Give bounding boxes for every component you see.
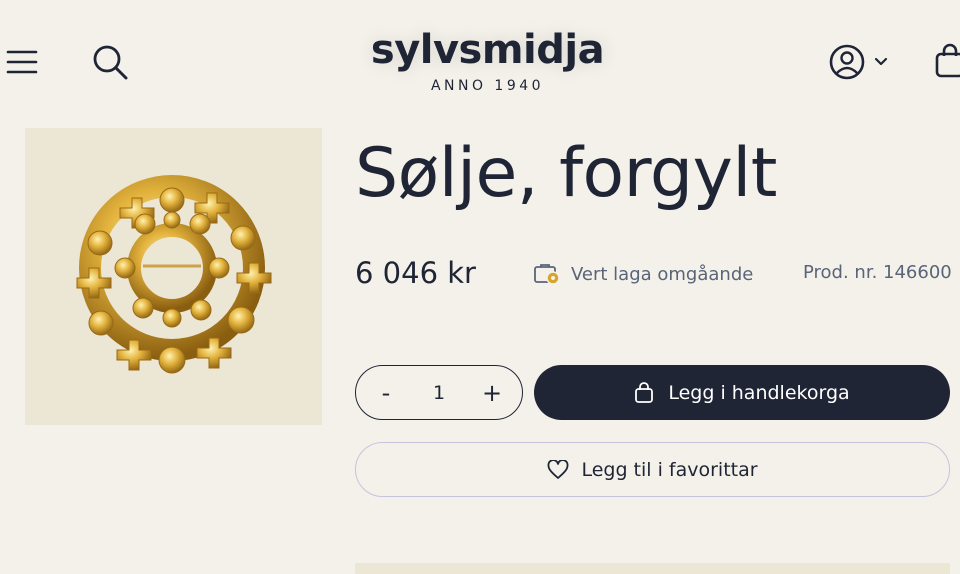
brooch-image [76, 175, 272, 374]
add-to-favorites-button[interactable]: Legg til i favorittar [355, 442, 950, 497]
cart-button[interactable] [934, 42, 960, 80]
shopping-bag-icon [635, 381, 654, 403]
menu-button[interactable] [6, 46, 38, 78]
add-to-favorites-label: Legg til i favorittar [581, 458, 758, 481]
user-circle-icon [829, 44, 865, 80]
heart-icon [548, 459, 569, 479]
quantity-stepper: - 1 + [355, 365, 523, 420]
product-number: Prod. nr. 146600 [803, 262, 952, 283]
quantity-decrease-button[interactable]: - [374, 379, 398, 407]
chevron-down-icon [874, 57, 888, 66]
search-button[interactable] [91, 43, 129, 81]
add-to-cart-button[interactable]: Legg i handlekorga [534, 365, 950, 420]
site-logo[interactable]: sylvsmidja ANNO 1940 [360, 26, 615, 94]
quantity-value: 1 [432, 381, 446, 404]
info-panel [355, 563, 950, 574]
logo-tagline: ANNO 1940 [430, 78, 545, 94]
account-button[interactable] [828, 42, 890, 82]
quantity-increase-button[interactable]: + [480, 379, 504, 407]
availability-status: Vert laga omgåande [533, 262, 753, 286]
availability-label: Vert laga omgåande [571, 263, 754, 285]
logo-wordmark: sylvsmidja [370, 27, 605, 73]
shopping-bag-icon [935, 43, 960, 78]
product-title: Sølje, forgylt [355, 134, 777, 213]
product-price: 6 046 kr [355, 256, 476, 290]
made-to-order-icon [534, 264, 560, 285]
search-icon [93, 45, 128, 80]
hamburger-menu-icon [6, 50, 38, 74]
add-to-cart-label: Legg i handlekorga [668, 381, 850, 404]
product-image[interactable] [25, 128, 322, 425]
